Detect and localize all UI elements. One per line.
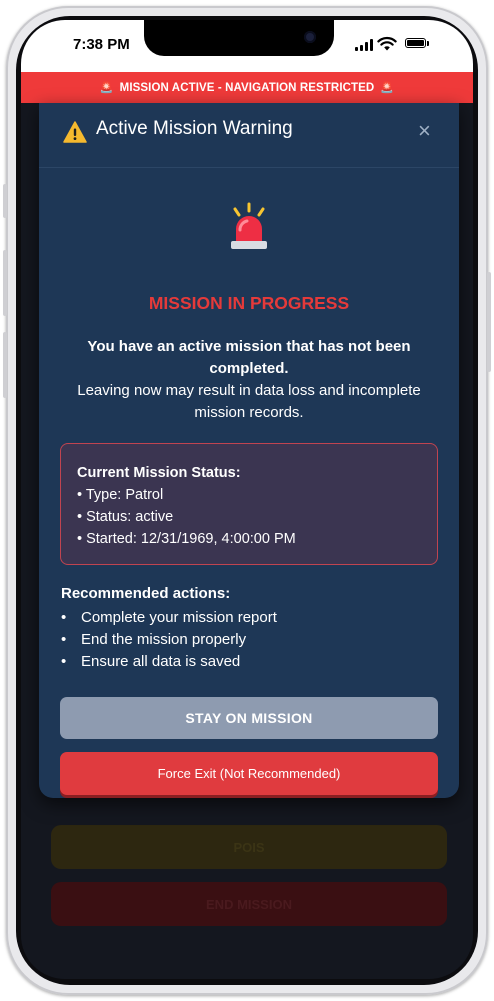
mission-active-banner: 🚨 MISSION ACTIVE - NAVIGATION RESTRICTED…	[21, 72, 473, 103]
pois-button: POIS	[51, 825, 447, 869]
message-detail: Leaving now may result in data loss and …	[77, 382, 421, 421]
mission-status-box: Current Mission Status: • Type: Patrol •…	[60, 443, 438, 565]
mission-started: • Started: 12/31/1969, 4:00:00 PM	[77, 531, 296, 547]
list-item: Complete your mission report	[61, 607, 277, 629]
list-item: End the mission properly	[61, 629, 277, 651]
camera-icon	[304, 31, 316, 43]
power-button	[487, 272, 491, 372]
list-item: Ensure all data is saved	[61, 651, 277, 673]
pois-label: POIS	[233, 839, 265, 855]
siren-icon: 🚨	[380, 82, 395, 94]
status-bar: 7:38 PM	[21, 20, 473, 72]
warning-icon	[63, 121, 87, 143]
battery-icon	[405, 38, 426, 48]
modal-header: Active Mission Warning ×	[39, 103, 459, 168]
stay-on-mission-button[interactable]: STAY ON MISSION	[60, 697, 438, 739]
active-mission-modal: Active Mission Warning × MISSION IN PROG…	[39, 103, 459, 798]
signal-icon	[355, 39, 373, 51]
mute-switch	[3, 184, 7, 218]
siren-icon: 🚨	[99, 82, 114, 94]
end-mission-label: END MISSION	[206, 896, 292, 912]
recommended-title: Recommended actions:	[61, 585, 231, 602]
status-box-title: Current Mission Status:	[77, 465, 241, 481]
mission-headline: MISSION IN PROGRESS	[148, 293, 350, 313]
dynamic-island	[144, 20, 334, 56]
siren-icon	[231, 202, 267, 249]
mission-status: • Status: active	[77, 509, 174, 525]
message-bold: You have an active mission that has not …	[87, 338, 411, 377]
recommended-list: Complete your mission report End the mis…	[61, 607, 277, 673]
wifi-icon	[377, 36, 397, 51]
modal-title: Active Mission Warning	[96, 118, 293, 139]
force-exit-button[interactable]: Force Exit (Not Recommended)	[60, 752, 438, 795]
banner-text: MISSION ACTIVE - NAVIGATION RESTRICTED	[119, 81, 375, 94]
volume-up-button	[3, 250, 7, 316]
battery-cap	[427, 41, 429, 46]
clock: 7:38 PM	[73, 36, 130, 53]
volume-down-button	[3, 332, 7, 398]
warning-message: You have an active mission that has not …	[69, 336, 429, 424]
end-mission-button: END MISSION	[51, 882, 447, 926]
close-icon[interactable]: ×	[418, 118, 431, 144]
mission-type: • Type: Patrol	[77, 487, 164, 503]
phone-screen: 7:38 PM 🚨 MISSION ACTIVE - NAVIGATION RE…	[21, 20, 473, 979]
